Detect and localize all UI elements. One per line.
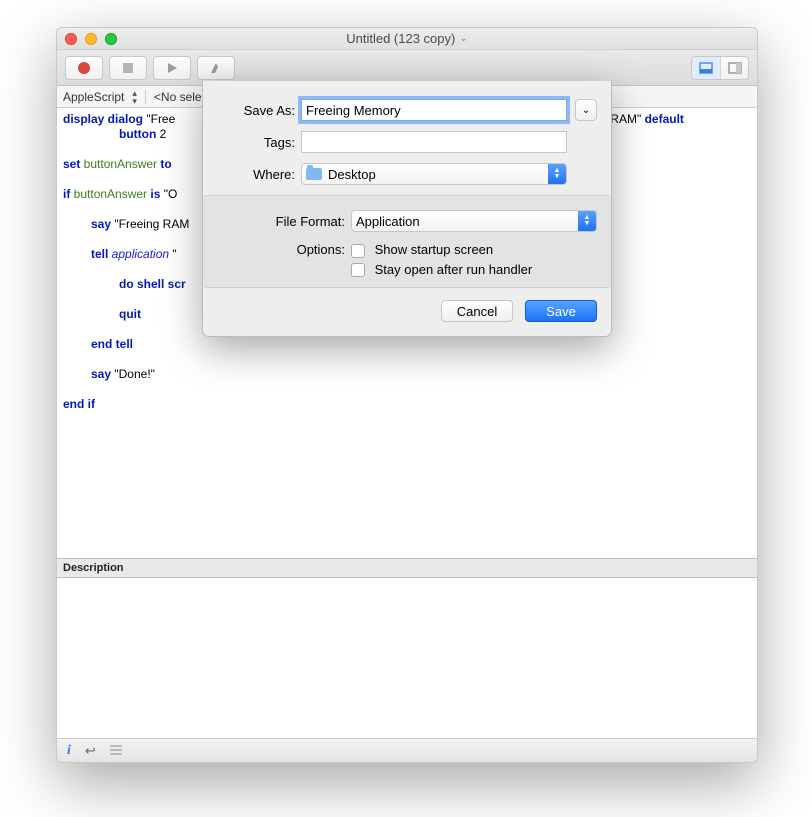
status-bar: i ↩: [57, 738, 757, 762]
list-icon[interactable]: [110, 743, 122, 758]
where-value: Desktop: [328, 167, 376, 182]
save-as-input[interactable]: [301, 99, 567, 121]
view-segment: [691, 56, 749, 80]
show-startup-label: Show startup screen: [375, 242, 494, 257]
show-startup-checkbox[interactable]: [351, 244, 365, 258]
stay-open-label: Stay open after run handler: [375, 262, 533, 277]
zoom-window-button[interactable]: [105, 33, 117, 45]
file-format-label: File Format:: [217, 214, 345, 229]
no-selection-label[interactable]: <No sele: [154, 90, 202, 104]
stay-open-checkbox[interactable]: [351, 263, 365, 277]
titlebar: Untitled (123 copy) ⌄: [57, 28, 757, 50]
format-section: File Format: Application ▲▼ Options: Sho…: [203, 195, 611, 288]
return-icon[interactable]: ↩: [85, 743, 96, 759]
view-bundle-button[interactable]: [720, 57, 748, 79]
tags-label: Tags:: [217, 135, 295, 150]
save-button[interactable]: Save: [525, 300, 597, 322]
run-button[interactable]: [153, 56, 191, 80]
record-button[interactable]: [65, 56, 103, 80]
description-pane[interactable]: [57, 578, 757, 738]
minimize-window-button[interactable]: [85, 33, 97, 45]
cancel-button[interactable]: Cancel: [441, 300, 513, 322]
traffic-lights: [65, 33, 117, 45]
options-label: Options:: [217, 242, 345, 257]
stop-button[interactable]: [109, 56, 147, 80]
title-chevron-icon[interactable]: ⌄: [459, 33, 467, 44]
folder-icon: [306, 168, 322, 180]
file-format-popup[interactable]: Application ▲▼: [351, 210, 597, 232]
where-label: Where:: [217, 167, 295, 182]
tags-input[interactable]: [301, 131, 567, 153]
language-stepper-icon[interactable]: ▴▾: [132, 89, 137, 105]
compile-button[interactable]: [197, 56, 235, 80]
info-icon[interactable]: i: [67, 743, 71, 759]
description-header: Description: [57, 558, 757, 578]
file-format-value: Application: [356, 214, 420, 229]
view-description-button[interactable]: [692, 57, 720, 79]
close-window-button[interactable]: [65, 33, 77, 45]
language-popup[interactable]: AppleScript: [63, 90, 124, 104]
save-sheet: Save As: ⌄ Tags: Where: Desktop ▲▼ File …: [202, 81, 612, 337]
save-as-label: Save As:: [217, 103, 295, 118]
expand-toggle[interactable]: ⌄: [575, 99, 597, 121]
window-title: Untitled (123 copy): [346, 31, 455, 46]
chevron-down-icon: ⌄: [582, 105, 590, 116]
where-popup[interactable]: Desktop ▲▼: [301, 163, 567, 185]
